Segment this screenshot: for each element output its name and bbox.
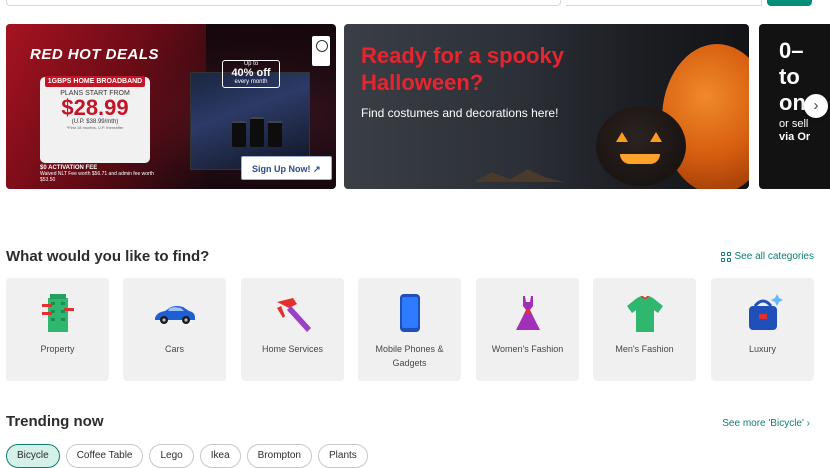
lantern-eye <box>616 132 628 142</box>
category-home-services[interactable]: Home Services <box>241 278 344 381</box>
building-icon <box>41 294 74 332</box>
category-womens-fashion[interactable]: Women's Fashion <box>476 278 579 381</box>
shirt-icon <box>626 296 663 332</box>
search-button[interactable] <box>767 0 812 6</box>
broadband-deals-banner[interactable]: RED HOT DEALS 1GBPS HOME BROADBAND PLANS… <box>6 24 336 189</box>
category-label: Cars <box>164 344 184 354</box>
router-image <box>268 121 282 147</box>
router-image <box>250 117 264 147</box>
trending-title: Trending now <box>6 413 104 430</box>
price-box: 1GBPS HOME BROADBAND PLANS START FROM $2… <box>40 76 150 163</box>
dress-icon <box>515 296 540 330</box>
router-image <box>232 121 246 147</box>
trending-chip-lego[interactable]: Lego <box>149 444 194 468</box>
category-label: Property <box>40 344 75 354</box>
trending-chip-coffee-table[interactable]: Coffee Table <box>65 444 144 468</box>
carousel-next-button[interactable]: › <box>804 94 828 118</box>
phone-icon <box>399 294 420 332</box>
halloween-headline: Ready for a spooky Halloween? <box>361 43 564 95</box>
banner-line: 0– <box>779 38 804 63</box>
category-label: Men's Fashion <box>615 344 674 354</box>
search-input[interactable] <box>6 0 561 6</box>
banner-line: on <box>779 90 806 115</box>
halloween-banner[interactable]: Ready for a spooky Halloween? Find costu… <box>344 24 749 189</box>
category-cars[interactable]: Cars <box>123 278 226 381</box>
sign-up-button[interactable]: Sign Up Now! ↗ <box>241 156 332 180</box>
trending-chip-brompton[interactable]: Brompton <box>246 444 312 468</box>
handbag-icon <box>748 294 783 330</box>
trending-chip-bicycle[interactable]: Bicycle <box>6 444 60 468</box>
discount-value: 40% off <box>231 67 271 79</box>
plan-price: $28.99 <box>61 95 129 120</box>
trending-chip-plants[interactable]: Plants <box>318 444 368 468</box>
see-all-categories-link[interactable]: See all categories <box>720 251 815 262</box>
see-more-trending-link[interactable]: See more 'Bicycle' › <box>722 418 810 429</box>
category-label: Home Services <box>261 344 324 354</box>
trending-chip-ikea[interactable]: Ikea <box>199 444 241 468</box>
category-label: Mobile Phones & Gadgets <box>375 344 444 368</box>
price-fine-print: *First 18 months, U.P. thereafter <box>66 125 124 130</box>
award-badge-icon <box>312 36 330 66</box>
category-label: Women's Fashion <box>491 344 564 354</box>
category-mobile-phones-gadgets[interactable]: Mobile Phones & Gadgets <box>358 278 461 381</box>
discount-badge: Up to 40% off every month <box>222 60 280 88</box>
top-search-bar <box>0 0 830 8</box>
deals-title: RED HOT DEALS <box>30 46 160 63</box>
grid-icon <box>720 251 731 262</box>
hammer-icon <box>276 298 311 332</box>
banner-small-line: via Or <box>779 131 811 143</box>
see-all-categories-label: See all categories <box>734 251 815 262</box>
discount-suffix: every month <box>234 79 268 85</box>
trending-chips: Bicycle Coffee Table Lego Ikea Brompton … <box>6 444 368 468</box>
leaves-image <box>474 169 564 182</box>
jack-o-lantern-image <box>596 106 686 186</box>
category-property[interactable]: Property <box>6 278 109 381</box>
categories-title: What would you like to find? <box>6 248 210 265</box>
lantern-mouth <box>620 154 660 164</box>
category-label: Luxury <box>748 344 776 354</box>
halloween-subtitle: Find costumes and decorations here! <box>361 106 559 120</box>
category-luxury[interactable]: Luxury <box>711 278 814 381</box>
banner-small-line: or sell <box>779 118 809 130</box>
lantern-eye <box>650 132 662 142</box>
banner-line: to <box>779 64 800 89</box>
location-input[interactable] <box>566 0 762 6</box>
car-icon <box>154 306 195 324</box>
broadband-tag: 1GBPS HOME BROADBAND <box>45 76 145 87</box>
activation-fee-text: $0 ACTIVATION FEE Waived NLT Fee worth $… <box>40 165 160 183</box>
waived-fee-text: Waived NLT Fee worth $56.71 and admin fe… <box>40 171 154 183</box>
category-mens-fashion[interactable]: Men's Fashion <box>593 278 696 381</box>
